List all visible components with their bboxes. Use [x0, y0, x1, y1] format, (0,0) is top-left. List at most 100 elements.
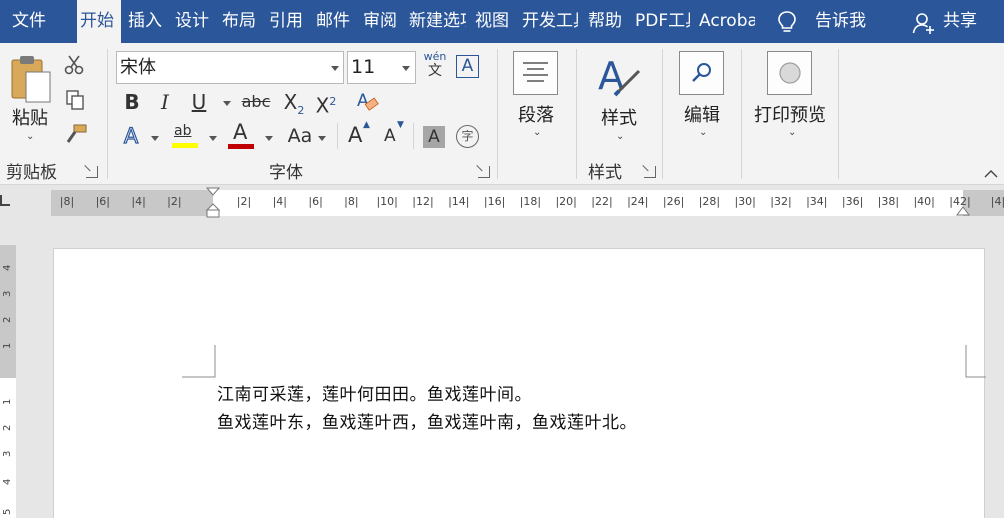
vertical-ruler-number: 3 — [2, 450, 13, 457]
tab-help[interactable]: 帮助 — [588, 0, 628, 43]
ruler-number: |32| — [770, 195, 792, 208]
styles-icon[interactable]: A — [597, 53, 643, 101]
phonetic-bottom: 文 — [428, 63, 442, 79]
paragraph-dropdown-icon[interactable]: ⌄ — [533, 127, 541, 138]
font-launcher-icon[interactable] — [478, 166, 490, 178]
document-paragraph[interactable]: 鱼戏莲叶东，鱼戏莲叶西，鱼戏莲叶南，鱼戏莲叶北。 — [217, 408, 637, 433]
character-border-button[interactable]: A — [456, 55, 479, 78]
editing-dropdown-icon[interactable]: ⌄ — [699, 127, 707, 138]
paste-icon[interactable] — [9, 54, 53, 104]
subscript-button[interactable]: X2 — [282, 89, 306, 117]
tab-references[interactable]: 引用 — [269, 0, 309, 43]
indent-marker-icon[interactable] — [206, 187, 220, 219]
styles-label[interactable]: 样式 — [598, 104, 640, 130]
text-effects-dropdown-icon[interactable] — [151, 136, 159, 141]
document-page[interactable]: 江南可采莲，莲叶何田田。鱼戏莲叶间。 鱼戏莲叶东，鱼戏莲叶西，鱼戏莲叶南，鱼戏莲… — [53, 248, 986, 518]
tab-file[interactable]: 文件 — [12, 0, 54, 43]
bold-button[interactable]: B — [121, 89, 143, 115]
font-color-button[interactable]: A — [228, 120, 256, 150]
paragraph-align-icon — [523, 62, 548, 82]
tab-mailings[interactable]: 邮件 — [316, 0, 356, 43]
cut-icon[interactable] — [64, 54, 86, 76]
chevron-down-icon[interactable] — [331, 66, 339, 71]
ruler-number: |34| — [806, 195, 828, 208]
search-icon — [692, 63, 711, 82]
tab-review[interactable]: 审阅 — [363, 0, 403, 43]
superscript-button[interactable]: X2 — [314, 89, 338, 118]
strikethrough-button[interactable]: abc — [241, 89, 271, 115]
character-shading-button[interactable]: A — [423, 126, 445, 148]
tab-insert[interactable]: 插入 — [128, 0, 168, 43]
print-preview-dropdown-icon[interactable]: ⌄ — [788, 127, 796, 138]
tab-acrobat[interactable]: Acrobat — [699, 0, 755, 43]
tab-layout[interactable]: 布局 — [222, 0, 262, 43]
change-case-dropdown-icon[interactable] — [318, 136, 326, 141]
ruler-number: |30| — [734, 195, 756, 208]
tab-new-options[interactable]: 新建选项 — [409, 0, 466, 43]
paragraph-label[interactable]: 段落 — [513, 101, 559, 127]
editing-button[interactable] — [679, 51, 724, 95]
ruler-number: |8| — [344, 195, 359, 208]
tab-design[interactable]: 设计 — [175, 0, 215, 43]
copy-icon[interactable] — [65, 89, 87, 111]
enclose-characters-button[interactable]: 字 — [456, 125, 479, 148]
ribbon-tab-bar: 文件 开始 插入 设计 布局 引用 邮件 审阅 新建选项 视图 开发工具 帮助 … — [0, 0, 1004, 45]
ruler-number: |20| — [555, 195, 577, 208]
paste-dropdown-icon[interactable]: ⌄ — [26, 131, 34, 142]
tell-me-search[interactable]: 告诉我 — [815, 0, 866, 43]
print-preview-label[interactable]: 打印预览 — [752, 101, 828, 127]
tab-home[interactable]: 开始 — [77, 0, 121, 45]
tab-developer[interactable]: 开发工具 — [522, 0, 578, 43]
lightbulb-icon[interactable] — [776, 10, 798, 34]
subscript-letter: X — [283, 90, 298, 114]
styles-launcher-icon[interactable] — [644, 166, 656, 178]
tab-view[interactable]: 视图 — [475, 0, 515, 43]
share-person-icon[interactable] — [912, 11, 936, 35]
phonetic-top: wén — [423, 50, 447, 63]
vertical-ruler[interactable]: 4 3 2 1 1 2 3 4 5 — [0, 245, 16, 518]
underline-dropdown-icon[interactable] — [223, 101, 231, 106]
margin-corner-mark — [182, 345, 216, 378]
paragraph-button[interactable] — [513, 51, 558, 95]
tab-pdf-tools[interactable]: PDF工具 — [635, 0, 690, 43]
change-case-button[interactable]: Aa — [285, 123, 315, 149]
vertical-ruler-number: 2 — [2, 316, 13, 323]
highlight-button[interactable]: ab — [172, 122, 200, 148]
ruler-number: |4| — [990, 195, 1004, 208]
grow-font-button[interactable]: A ▲ — [346, 120, 372, 149]
font-name-combobox[interactable]: 宋体 — [116, 51, 344, 84]
text-effects-button[interactable]: A — [120, 123, 142, 149]
share-button[interactable]: 共享 — [943, 0, 977, 43]
ruler-number: |2| — [167, 195, 182, 208]
format-painter-icon[interactable] — [64, 123, 88, 145]
highlight-glyph: ab — [174, 123, 192, 139]
separator — [413, 123, 414, 149]
clipboard-launcher-icon[interactable] — [86, 166, 98, 178]
font-name-value: 宋体 — [120, 57, 156, 78]
triangle-up-icon: ▲ — [363, 120, 370, 130]
italic-button[interactable]: I — [155, 89, 175, 115]
circle-icon — [779, 62, 801, 84]
document-paragraph[interactable]: 江南可采莲，莲叶何田田。鱼戏莲叶间。 — [217, 380, 532, 405]
collapse-ribbon-icon[interactable] — [984, 169, 998, 179]
editing-label[interactable]: 编辑 — [679, 101, 725, 127]
font-group-label: 字体 — [269, 163, 303, 183]
font-color-dropdown-icon[interactable] — [265, 136, 273, 141]
tab-selector-icon[interactable] — [0, 193, 12, 209]
chevron-down-icon[interactable] — [402, 66, 410, 71]
shrink-font-button[interactable]: A ▼ — [382, 120, 408, 149]
print-preview-button[interactable] — [767, 51, 812, 95]
styles-dropdown-icon[interactable]: ⌄ — [616, 131, 624, 142]
right-indent-marker-icon[interactable] — [956, 206, 970, 216]
grow-font-glyph: A — [348, 123, 363, 147]
horizontal-ruler[interactable]: |8| |6| |4| |2| |2| |4| |6| |8| |10| |12| |14| |16|… — [51, 187, 1004, 219]
subscript-mark: 2 — [297, 104, 305, 117]
ruler-number: |40| — [913, 195, 935, 208]
vertical-ruler-number: 4 — [2, 264, 13, 271]
phonetic-guide-button[interactable]: wén 文 — [423, 51, 447, 83]
paste-button[interactable]: 粘贴 — [10, 104, 50, 130]
underline-button[interactable]: U — [188, 89, 210, 115]
font-size-combobox[interactable]: 11 — [347, 51, 416, 84]
highlight-dropdown-icon[interactable] — [209, 136, 217, 141]
clear-formatting-icon[interactable]: A — [355, 89, 379, 115]
